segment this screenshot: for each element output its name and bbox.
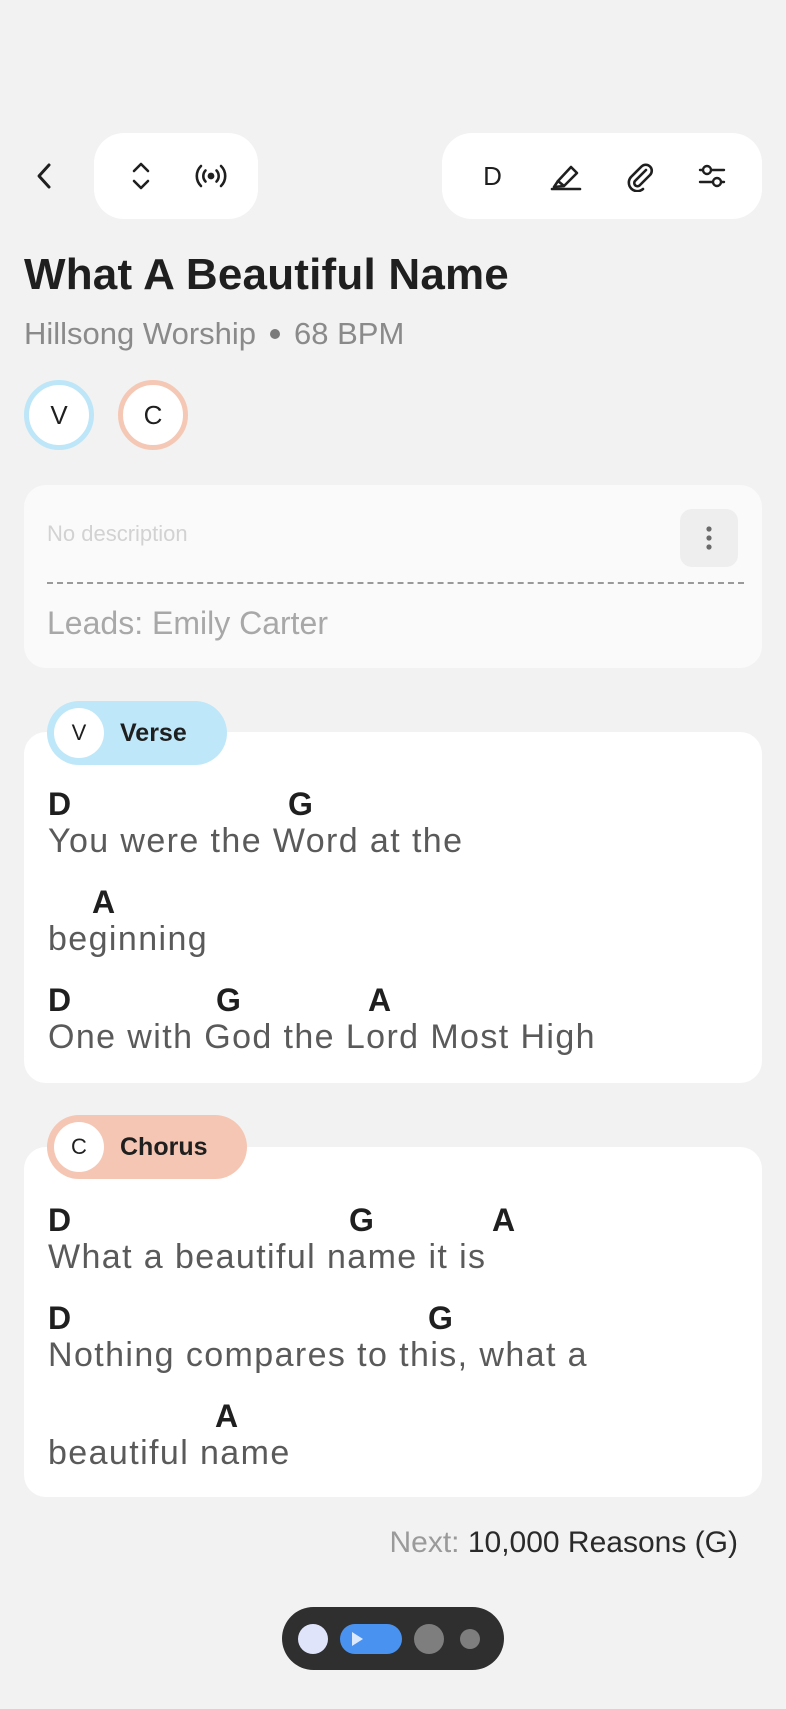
section-card-verse: D G You were the Word at the A beginning… [24,732,762,1083]
play-icon [352,1631,363,1646]
song-meta: Hillsong Worship 68 BPM [24,316,404,352]
more-vertical-icon [706,526,712,550]
chord[interactable]: D [48,982,71,1019]
lyric-line: Nothing compares to this, what a [48,1336,588,1374]
section-tag-letter: V [54,708,104,758]
leads-text: Leads: Emily Carter [47,605,328,641]
view-controls-group [94,133,258,219]
tempo: 68 BPM [294,316,405,351]
section-tag-letter: C [54,1122,104,1172]
chord[interactable]: A [492,1202,515,1239]
chord[interactable]: D [48,1202,71,1239]
back-button[interactable] [24,148,64,204]
highlighter-button[interactable] [536,146,596,206]
section-tag-verse[interactable]: V Verse [47,701,227,765]
lyric-line: You were the Word at the [48,822,464,860]
section-jump-letter: C [143,399,163,430]
chevron-left-icon [37,163,51,189]
artist-name: Hillsong Worship [24,316,257,351]
page-dot[interactable] [460,1628,480,1649]
next-song-title: 10,000 Reasons (G) [467,1526,738,1559]
expand-collapse-button[interactable] [111,146,171,206]
description-card: No description Leads: Emily Carter [24,485,762,668]
chord[interactable]: G [288,786,313,823]
section-jump-letter: V [50,399,68,430]
song-title: What A Beautiful Name [24,250,509,299]
page-dot[interactable] [414,1623,444,1654]
lyric-line: beginning [48,920,209,958]
chord[interactable]: A [92,884,115,921]
chord[interactable]: D [48,1300,71,1337]
broadcast-button[interactable] [181,146,241,206]
more-options-button[interactable] [680,509,738,567]
section-jump-chorus[interactable]: C [118,380,188,450]
chord[interactable]: G [216,982,241,1019]
chord[interactable]: G [428,1300,453,1337]
section-jump-verse[interactable]: V [24,380,94,450]
chord[interactable]: D [48,786,71,823]
chord[interactable]: A [368,982,391,1019]
chord[interactable]: G [349,1202,374,1239]
lyric-line: One with God the Lord Most High [48,1018,596,1056]
divider [47,582,744,584]
highlighter-icon [550,165,581,191]
play-button[interactable] [340,1623,402,1654]
key-label: D [483,160,502,191]
chord[interactable]: A [215,1398,238,1435]
player-bar [282,1607,504,1670]
lyric-line: beautiful name [48,1434,291,1472]
sliders-icon [698,164,725,188]
lyric-line: What a beautiful name it is [48,1238,487,1276]
paperclip-icon [627,163,653,192]
description-placeholder[interactable]: No description [47,521,188,547]
separator-dot [270,329,281,339]
page-dot[interactable] [298,1623,328,1654]
song-tools-group: D [442,133,762,219]
section-tag-label: Chorus [120,1132,208,1161]
section-tag-label: Verse [120,718,187,747]
attachment-button[interactable] [609,146,669,206]
next-song-link[interactable]: Next: 10,000 Reasons (G) [389,1526,738,1560]
section-card-chorus: D G A What a beautiful name it is D G No… [24,1147,762,1497]
settings-button[interactable] [682,146,742,206]
next-label: Next: [389,1526,460,1559]
section-tag-chorus[interactable]: C Chorus [47,1115,247,1179]
chevron-up-down-icon [132,162,150,190]
broadcast-icon [195,164,227,188]
key-button[interactable]: D [463,146,523,206]
